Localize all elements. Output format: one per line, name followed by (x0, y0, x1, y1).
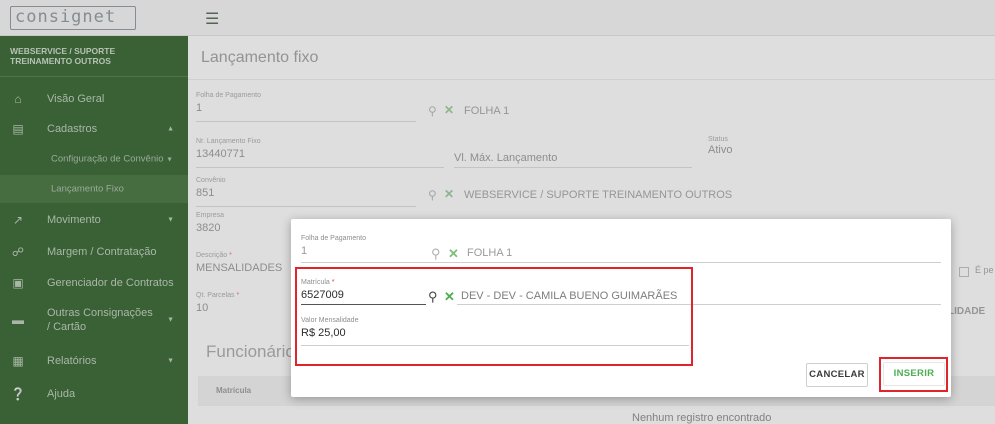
modal-folha-field[interactable]: Folha de Pagamento 1 (301, 235, 423, 257)
modal-folha-value: 1 (301, 245, 308, 257)
modal-folha-description: FOLHA 1 (467, 247, 513, 259)
highlight-box-insert (879, 357, 948, 392)
modal-folha-label: Folha de Pagamento (301, 235, 366, 242)
search-icon[interactable]: ⚲ (431, 246, 441, 262)
cancel-button[interactable]: CANCELAR (806, 363, 868, 387)
add-employee-dialog: Folha de Pagamento 1 ⚲ ✕ FOLHA 1 Matrícu… (291, 219, 951, 397)
modal-folha-underline (301, 262, 941, 263)
highlight-box-fields (295, 267, 693, 366)
clear-icon[interactable]: ✕ (448, 246, 459, 262)
